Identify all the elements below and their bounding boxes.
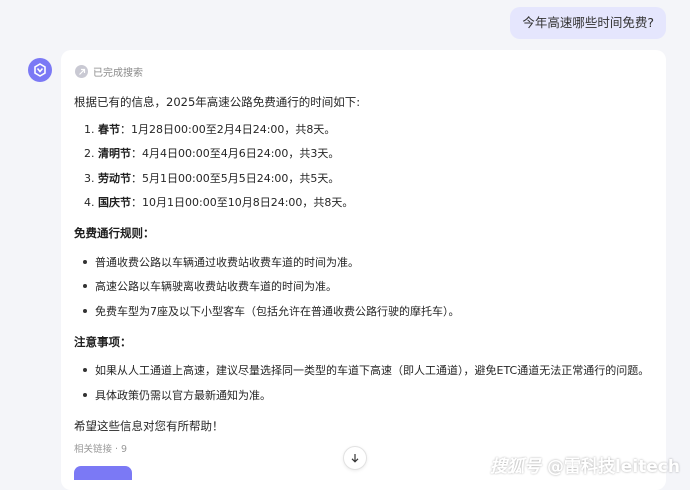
note-item: 具体政策仍需以官方最新通知为准。 <box>83 388 271 404</box>
watermark-logo: 搜狐号 <box>490 457 542 477</box>
note-item: 如果从人工通道上高速，建议尽量选择同一类型的车道下高速（即人工通道），避免ETC… <box>83 363 649 379</box>
search-status[interactable]: 已完成搜索 <box>75 64 143 79</box>
assistant-avatar <box>28 58 52 82</box>
rules-heading: 免费通行规则： <box>74 226 155 240</box>
user-message-bubble: 今年高速哪些时间免费? <box>510 7 666 39</box>
action-button[interactable] <box>74 466 132 480</box>
search-done-icon <box>75 65 88 78</box>
holiday-item: 2. 清明节：4月4日00:00至4月6日24:00，共3天。 <box>84 147 340 160</box>
assistant-logo-icon <box>34 63 46 77</box>
holiday-item: 4. 国庆节：10月1日00:00至10月8日24:00，共8天。 <box>84 196 354 209</box>
arrow-down-icon <box>351 454 359 463</box>
scroll-down-button[interactable] <box>343 446 367 470</box>
rule-item: 高速公路以车辆驶离收费站收费车道的时间为准。 <box>83 279 337 295</box>
notes-heading: 注意事项： <box>74 335 132 349</box>
holiday-item: 3. 劳动节：5月1日00:00至5月5日24:00，共5天。 <box>84 172 340 185</box>
related-links[interactable]: 相关链接 · 9 <box>74 441 127 455</box>
user-message-text: 今年高速哪些时间免费? <box>522 15 654 30</box>
holiday-item: 1. 春节：1月28日00:00至2月4日24:00，共8天。 <box>84 123 336 136</box>
watermark: 搜狐号 @雷科技leitech <box>490 452 680 477</box>
answer-card: 已完成搜索 根据已有的信息，2025年高速公路免费通行的时间如下: 1. 春节：… <box>61 50 666 490</box>
search-status-label: 已完成搜索 <box>93 68 143 79</box>
answer-intro: 根据已有的信息，2025年高速公路免费通行的时间如下: <box>74 95 361 109</box>
closing-text: 希望这些信息对您有所帮助！ <box>74 419 224 433</box>
rule-item: 普通收费公路以车辆通过收费站收费车道的时间为准。 <box>83 255 359 271</box>
watermark-text: @雷科技leitech <box>546 457 680 477</box>
rule-item: 免费车型为7座及以下小型客车（包括允许在普通收费公路行驶的摩托车）。 <box>83 304 460 320</box>
